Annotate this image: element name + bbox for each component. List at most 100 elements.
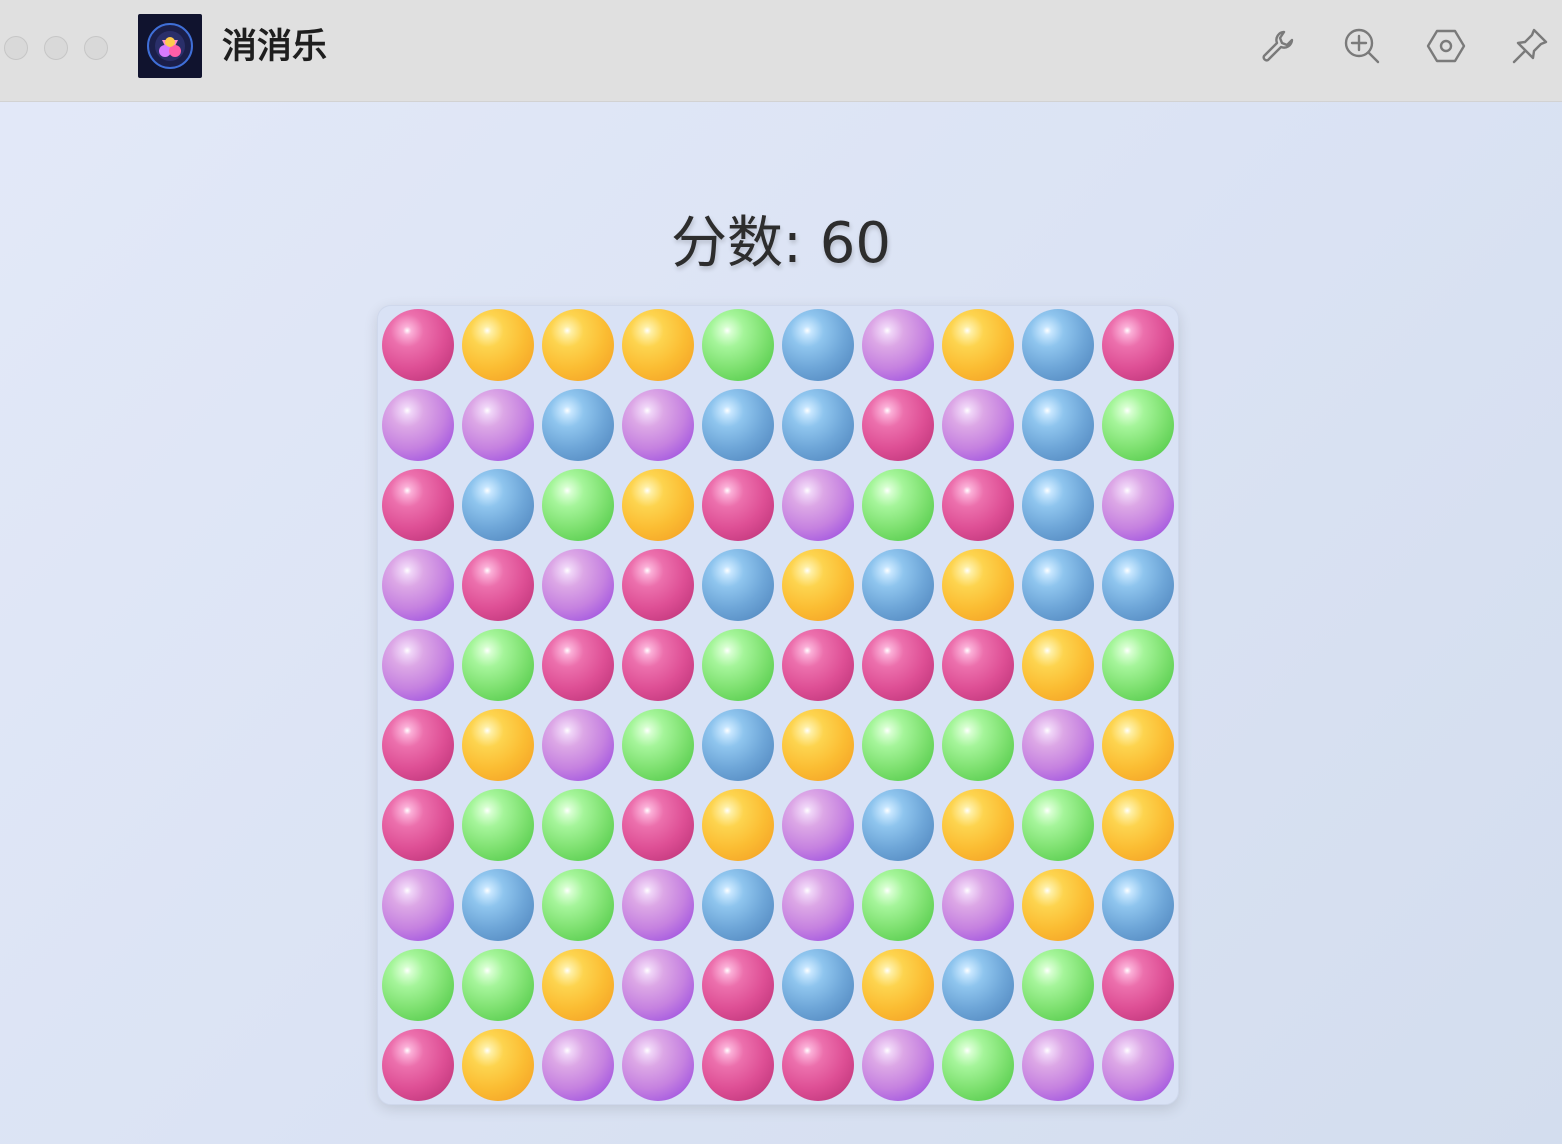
gem-orange[interactable] [942, 789, 1014, 861]
gem-purple[interactable] [1102, 469, 1174, 541]
gem-red[interactable] [1102, 949, 1174, 1021]
gem-blue[interactable] [942, 949, 1014, 1021]
gem-green[interactable] [702, 629, 774, 701]
gem-purple[interactable] [542, 1029, 614, 1101]
gem-red[interactable] [622, 549, 694, 621]
gem-purple[interactable] [622, 389, 694, 461]
gem-blue[interactable] [702, 389, 774, 461]
gem-green[interactable] [462, 789, 534, 861]
gem-green[interactable] [862, 869, 934, 941]
gem-purple[interactable] [862, 309, 934, 381]
gem-orange[interactable] [862, 949, 934, 1021]
gem-orange[interactable] [782, 709, 854, 781]
gem-purple[interactable] [382, 629, 454, 701]
gem-blue[interactable] [782, 949, 854, 1021]
wrench-icon[interactable] [1258, 26, 1298, 66]
gem-purple[interactable] [782, 469, 854, 541]
gem-blue[interactable] [862, 549, 934, 621]
gem-red[interactable] [702, 949, 774, 1021]
gem-green[interactable] [382, 949, 454, 1021]
gem-orange[interactable] [1022, 629, 1094, 701]
gem-blue[interactable] [702, 549, 774, 621]
gem-red[interactable] [702, 469, 774, 541]
gem-orange[interactable] [622, 469, 694, 541]
gem-blue[interactable] [1102, 549, 1174, 621]
gem-purple[interactable] [382, 869, 454, 941]
gem-red[interactable] [382, 469, 454, 541]
gem-red[interactable] [542, 629, 614, 701]
gem-green[interactable] [862, 709, 934, 781]
gem-orange[interactable] [942, 309, 1014, 381]
gem-red[interactable] [862, 629, 934, 701]
gem-orange[interactable] [542, 949, 614, 1021]
gem-purple[interactable] [942, 869, 1014, 941]
gem-green[interactable] [622, 709, 694, 781]
gem-green[interactable] [1022, 949, 1094, 1021]
window-close-button[interactable] [4, 36, 28, 60]
gem-purple[interactable] [462, 389, 534, 461]
gem-purple[interactable] [1022, 1029, 1094, 1101]
gem-red[interactable] [382, 789, 454, 861]
gem-red[interactable] [622, 629, 694, 701]
gem-blue[interactable] [782, 309, 854, 381]
gem-orange[interactable] [622, 309, 694, 381]
gem-orange[interactable] [462, 709, 534, 781]
gem-green[interactable] [942, 1029, 1014, 1101]
gem-red[interactable] [382, 709, 454, 781]
gem-green[interactable] [862, 469, 934, 541]
gem-purple[interactable] [862, 1029, 934, 1101]
gem-red[interactable] [382, 309, 454, 381]
gem-blue[interactable] [702, 709, 774, 781]
gem-purple[interactable] [542, 549, 614, 621]
gem-blue[interactable] [782, 389, 854, 461]
gem-green[interactable] [702, 309, 774, 381]
gem-green[interactable] [542, 789, 614, 861]
gem-orange[interactable] [542, 309, 614, 381]
gem-blue[interactable] [702, 869, 774, 941]
gem-purple[interactable] [942, 389, 1014, 461]
gem-blue[interactable] [1102, 869, 1174, 941]
gem-red[interactable] [622, 789, 694, 861]
gem-purple[interactable] [622, 1029, 694, 1101]
gem-purple[interactable] [542, 709, 614, 781]
gem-red[interactable] [942, 629, 1014, 701]
gem-purple[interactable] [1022, 709, 1094, 781]
window-maximize-button[interactable] [84, 36, 108, 60]
pin-icon[interactable] [1510, 26, 1550, 66]
gem-orange[interactable] [462, 1029, 534, 1101]
gem-blue[interactable] [1022, 549, 1094, 621]
gem-red[interactable] [942, 469, 1014, 541]
gem-green[interactable] [1102, 629, 1174, 701]
gem-red[interactable] [782, 1029, 854, 1101]
gem-purple[interactable] [382, 549, 454, 621]
gem-blue[interactable] [1022, 469, 1094, 541]
window-minimize-button[interactable] [44, 36, 68, 60]
gem-green[interactable] [1102, 389, 1174, 461]
gem-orange[interactable] [942, 549, 1014, 621]
gem-green[interactable] [542, 469, 614, 541]
gem-blue[interactable] [462, 869, 534, 941]
gem-red[interactable] [862, 389, 934, 461]
gem-orange[interactable] [462, 309, 534, 381]
gem-orange[interactable] [702, 789, 774, 861]
gem-red[interactable] [782, 629, 854, 701]
gem-red[interactable] [1102, 309, 1174, 381]
gem-red[interactable] [382, 1029, 454, 1101]
gem-purple[interactable] [782, 789, 854, 861]
gem-green[interactable] [462, 629, 534, 701]
gem-blue[interactable] [542, 389, 614, 461]
gem-purple[interactable] [382, 389, 454, 461]
gem-green[interactable] [462, 949, 534, 1021]
zoom-in-icon[interactable] [1342, 26, 1382, 66]
gem-blue[interactable] [1022, 389, 1094, 461]
gem-purple[interactable] [1102, 1029, 1174, 1101]
gem-green[interactable] [542, 869, 614, 941]
gem-orange[interactable] [1102, 709, 1174, 781]
gem-orange[interactable] [782, 549, 854, 621]
gem-orange[interactable] [1022, 869, 1094, 941]
gem-orange[interactable] [1102, 789, 1174, 861]
gem-red[interactable] [702, 1029, 774, 1101]
settings-hexagon-icon[interactable] [1426, 26, 1466, 66]
gem-red[interactable] [462, 549, 534, 621]
gem-blue[interactable] [462, 469, 534, 541]
